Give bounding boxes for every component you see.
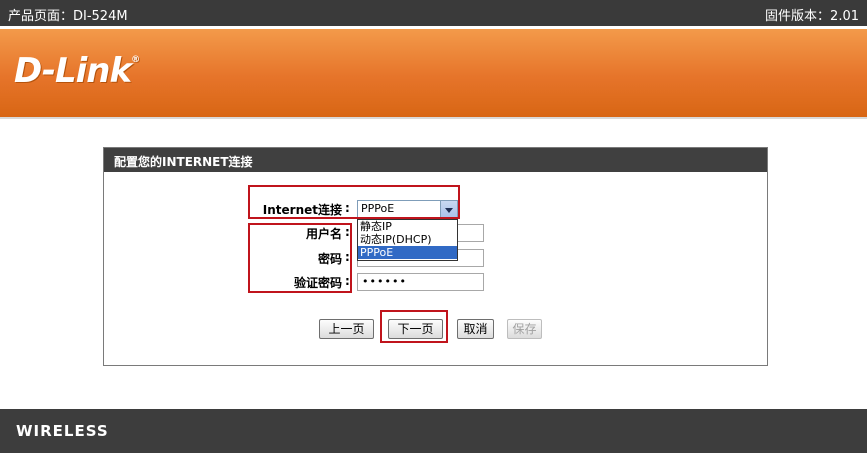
product-page-label: 产品页面：DI-524M	[8, 9, 128, 24]
panel-header: 配置您的INTERNET连接	[104, 148, 767, 172]
connection-type-options: 静态IP 动态IP(DHCP) PPPoE	[357, 219, 458, 261]
prev-page-button[interactable]: 上一页	[319, 319, 374, 339]
wireless-brand: WIRELESS	[16, 422, 109, 440]
highlight-connection-box	[248, 185, 460, 219]
panel-title: 配置您的INTERNET连接	[114, 155, 253, 169]
divider	[0, 117, 867, 119]
save-button[interactable]: 保存	[507, 319, 542, 339]
internet-setup-panel: 配置您的INTERNET连接 Internet连接 : PPPoE 用户名 : …	[103, 147, 768, 366]
firmware-version-label: 固件版本：2.01	[765, 9, 859, 24]
cancel-button[interactable]: 取消	[457, 319, 494, 339]
option-pppoe[interactable]: PPPoE	[358, 246, 457, 259]
highlight-labels-box	[248, 223, 352, 293]
registered-mark: ®	[131, 55, 140, 65]
next-page-button[interactable]: 下一页	[388, 319, 443, 339]
header-banner: D-Link®	[0, 29, 867, 117]
option-static-ip[interactable]: 静态IP	[358, 220, 457, 233]
logo-text: D-Link	[14, 51, 132, 91]
verify-password-input[interactable]: ••••••	[357, 273, 484, 291]
option-dhcp[interactable]: 动态IP(DHCP)	[358, 233, 457, 246]
top-info-bar: 产品页面：DI-524M 固件版本：2.01	[0, 0, 867, 26]
footer-bar: WIRELESS	[0, 409, 867, 453]
dlink-logo: D-Link®	[14, 51, 140, 91]
